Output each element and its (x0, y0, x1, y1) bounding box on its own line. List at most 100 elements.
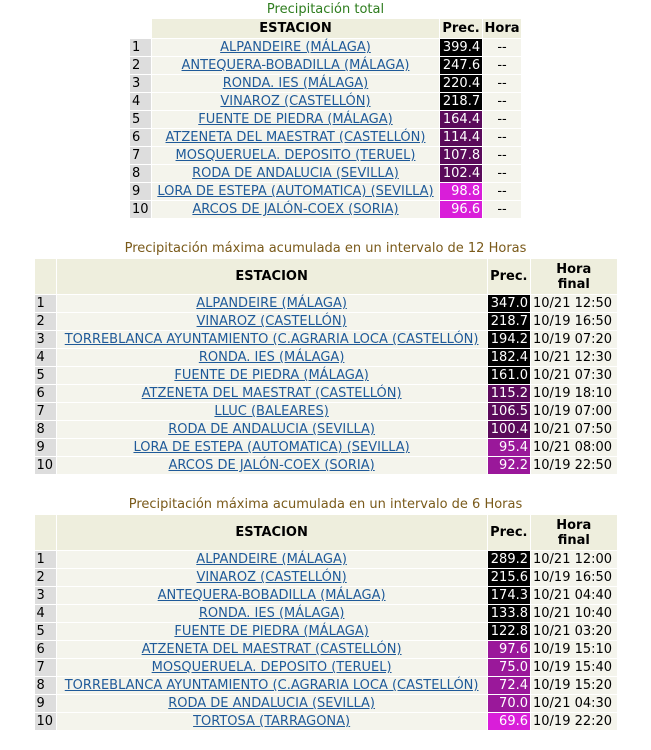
station-link[interactable]: ATZENETA DEL MAESTRAT (CASTELLÓN) (142, 386, 402, 401)
rank-cell: 4 (34, 605, 56, 622)
station-cell: RODA DE ANDALUCIA (SEVILLA) (152, 165, 439, 182)
rank-cell: 3 (34, 331, 56, 348)
station-cell: ALPANDEIRE (MÁLAGA) (152, 39, 439, 56)
table-header-row: ESTACION Prec. Hora final (34, 259, 617, 294)
station-link[interactable]: ALPANDEIRE (MÁLAGA) (196, 552, 347, 567)
precipitation-value: 115.2 (487, 385, 530, 402)
table-row: 4 RONDA. IES (MÁLAGA) 182.4 10/21 12:30 (34, 349, 617, 366)
hora-header-line1: Hora (556, 261, 592, 277)
station-cell: ANTEQUERA-BOBADILLA (MÁLAGA) (56, 587, 487, 604)
hora-cell: -- (483, 57, 521, 74)
station-link[interactable]: RODA DE ANDALUCIA (SEVILLA) (168, 696, 375, 711)
rank-cell: 8 (130, 165, 152, 182)
station-cell: TORTOSA (TARRAGONA) (56, 713, 487, 730)
rank-cell: 10 (34, 713, 56, 730)
precipitation-value: 70.0 (487, 695, 530, 712)
station-link[interactable]: ANTEQUERA-BOBADILLA (MÁLAGA) (158, 588, 386, 603)
station-link[interactable]: VINAROZ (CASTELLÓN) (197, 314, 347, 329)
hora-cell: 10/21 04:30 (531, 695, 617, 712)
hora-cell: -- (483, 111, 521, 128)
precipitation-value: 161.0 (487, 367, 530, 384)
station-link[interactable]: RODA DE ANDALUCIA (SEVILLA) (192, 166, 399, 181)
precipitation-value: 164.4 (439, 111, 483, 128)
rank-cell: 8 (34, 421, 56, 438)
station-link[interactable]: LORA DE ESTEPA (AUTOMATICA) (SEVILLA) (157, 184, 433, 199)
station-link[interactable]: ATZENETA DEL MAESTRAT (CASTELLÓN) (142, 642, 402, 657)
hora-header-line2: final (557, 276, 590, 292)
rank-cell: 9 (34, 439, 56, 456)
precipitation-value: 218.7 (439, 93, 483, 110)
station-link[interactable]: FUENTE DE PIEDRA (MÁLAGA) (174, 368, 368, 383)
hora-header-line1: Hora (556, 517, 592, 533)
station-link[interactable]: FUENTE DE PIEDRA (MÁLAGA) (198, 112, 392, 127)
table-row: 3 TORREBLANCA AYUNTAMIENTO (C.AGRARIA LOC… (34, 331, 617, 348)
precipitation-value: 95.4 (487, 439, 530, 456)
hora-cell: -- (483, 165, 521, 182)
prec-header: Prec. (439, 19, 483, 38)
station-link[interactable]: MOSQUERUELA. DEPOSITO (TERUEL) (176, 148, 416, 163)
station-link[interactable]: MOSQUERUELA. DEPOSITO (TERUEL) (152, 660, 392, 675)
rank-cell: 4 (34, 349, 56, 366)
hora-cell: 10/19 16:50 (531, 569, 617, 586)
rank-header (34, 259, 56, 294)
station-cell: ATZENETA DEL MAESTRAT (CASTELLÓN) (56, 641, 487, 658)
hora-cell: 10/19 22:50 (531, 457, 617, 474)
station-header: ESTACION (56, 259, 487, 294)
precipitation-value: 247.6 (439, 57, 483, 74)
station-link[interactable]: LLUC (BALEARES) (214, 404, 328, 419)
rank-cell: 2 (34, 313, 56, 330)
station-cell: RODA DE ANDALUCIA (SEVILLA) (56, 421, 487, 438)
precipitation-value: 114.4 (439, 129, 483, 146)
rank-cell: 7 (34, 403, 56, 420)
station-link[interactable]: TORTOSA (TARRAGONA) (193, 714, 350, 729)
hora-cell: 10/21 03:20 (531, 623, 617, 640)
table-row: 9 RODA DE ANDALUCIA (SEVILLA) 70.0 10/21 04… (34, 695, 617, 712)
station-link[interactable]: ANTEQUERA-BOBADILLA (MÁLAGA) (182, 58, 410, 73)
rank-cell: 5 (130, 111, 152, 128)
rank-cell: 9 (34, 695, 56, 712)
station-link[interactable]: ALPANDEIRE (MÁLAGA) (196, 296, 347, 311)
table-row: 5 FUENTE DE PIEDRA (MÁLAGA) 122.8 10/21 03:… (34, 623, 617, 640)
table-header-row: ESTACION Prec. Hora (130, 19, 521, 38)
max-12h-caption: Precipitación máxima acumulada en un int… (124, 241, 527, 256)
station-link[interactable]: FUENTE DE PIEDRA (MÁLAGA) (174, 624, 368, 639)
table-row: 5 FUENTE DE PIEDRA (MÁLAGA) 161.0 10/21 07:… (34, 367, 617, 384)
table-row: 2 VINAROZ (CASTELLÓN) 215.6 10/19 16:50 (34, 569, 617, 586)
station-link[interactable]: RONDA. IES (MÁLAGA) (199, 350, 345, 365)
station-link[interactable]: VINAROZ (CASTELLÓN) (220, 94, 370, 109)
station-link[interactable]: ARCOS DE JALÓN-COEX (SORIA) (192, 202, 398, 217)
total-precipitation-section: Precipitación total ESTACION Prec. Hora … (0, 2, 651, 219)
station-link[interactable]: RONDA. IES (MÁLAGA) (223, 76, 369, 91)
hora-cell: 10/19 07:00 (531, 403, 617, 420)
station-cell: ATZENETA DEL MAESTRAT (CASTELLÓN) (152, 129, 439, 146)
hora-cell: -- (483, 39, 521, 56)
station-link[interactable]: ALPANDEIRE (MÁLAGA) (220, 40, 371, 55)
table-row: 3 RONDA. IES (MÁLAGA) 220.4 -- (130, 75, 521, 92)
station-link[interactable]: RODA DE ANDALUCIA (SEVILLA) (168, 422, 375, 437)
station-cell: ARCOS DE JALÓN-COEX (SORIA) (56, 457, 487, 474)
table-row: 3 ANTEQUERA-BOBADILLA (MÁLAGA) 174.3 10/21 … (34, 587, 617, 604)
station-link[interactable]: ARCOS DE JALÓN-COEX (SORIA) (169, 458, 375, 473)
hora-header: Hora (483, 19, 521, 38)
rank-cell: 1 (34, 295, 56, 312)
station-cell: VINAROZ (CASTELLÓN) (56, 569, 487, 586)
hora-cell: 10/21 04:40 (531, 587, 617, 604)
rank-cell: 5 (34, 367, 56, 384)
station-link[interactable]: ATZENETA DEL MAESTRAT (CASTELLÓN) (166, 130, 426, 145)
station-header: ESTACION (152, 19, 439, 38)
table-row: 8 RODA DE ANDALUCIA (SEVILLA) 100.4 10/21 0… (34, 421, 617, 438)
rank-cell: 3 (34, 587, 56, 604)
max-6h-section: Precipitación máxima acumulada en un int… (0, 497, 651, 731)
hora-cell: -- (483, 147, 521, 164)
station-cell: TORREBLANCA AYUNTAMIENTO (C.AGRARIA LOCA… (56, 677, 487, 694)
table-row: 5 FUENTE DE PIEDRA (MÁLAGA) 164.4 -- (130, 111, 521, 128)
station-link[interactable]: RONDA. IES (MÁLAGA) (199, 606, 345, 621)
station-link[interactable]: LORA DE ESTEPA (AUTOMATICA) (SEVILLA) (133, 440, 409, 455)
precipitation-value: 133.8 (487, 605, 530, 622)
station-link[interactable]: VINAROZ (CASTELLÓN) (197, 570, 347, 585)
station-link[interactable]: TORREBLANCA AYUNTAMIENTO (C.AGRARIA LOCA… (65, 332, 479, 347)
precipitation-value: 289.2 (487, 551, 530, 568)
station-link[interactable]: TORREBLANCA AYUNTAMIENTO (C.AGRARIA LOCA… (65, 678, 479, 693)
precipitation-value: 218.7 (487, 313, 530, 330)
precipitation-value: 122.8 (487, 623, 530, 640)
